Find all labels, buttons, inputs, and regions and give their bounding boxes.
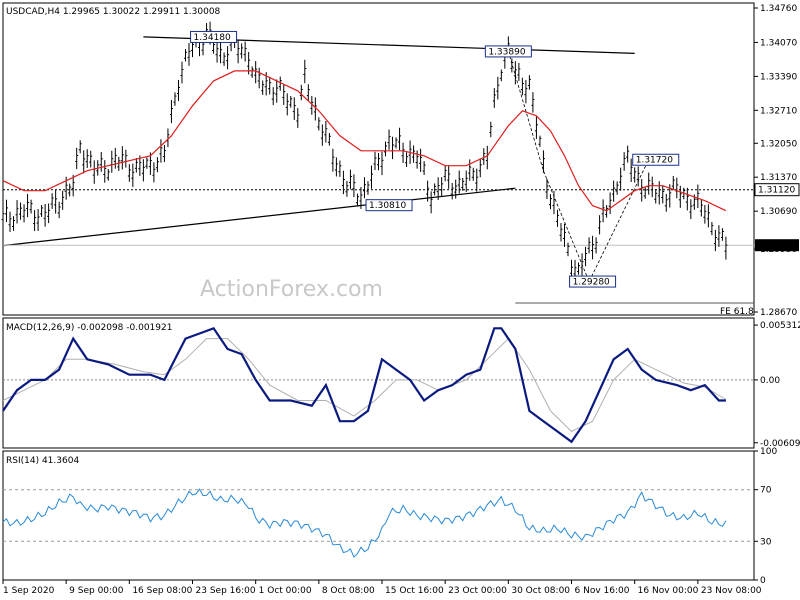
x-tick-label: 1 Oct 00:00 (259, 586, 312, 596)
price-axis-tick-label: 1.32050 (760, 139, 797, 149)
x-tick-label: 23 Oct 00:00 (448, 586, 507, 596)
price-label: 1.29280 (573, 278, 610, 288)
rsi-axis-tick-label: 70 (760, 486, 772, 496)
rsi-panel (2, 450, 755, 581)
price-axis-tick-label: 1.32710 (760, 106, 797, 116)
price-label: 1.30810 (369, 201, 406, 211)
x-tick-label: 15 Oct 16:00 (385, 586, 444, 596)
price-axis-tick-label: 1.28670 (760, 308, 797, 318)
x-tick-label: 1 Sep 2020 (3, 586, 55, 596)
forex-chart[interactable]: FE 61.8 1.34180 1.33890 1.30810 1.31720 1.292… (0, 0, 800, 600)
x-tick-label: 23 Nov 08:00 (701, 586, 762, 596)
watermark: ActionForex.com (200, 277, 383, 302)
fe-label: FE 61.8 (720, 307, 754, 317)
level-tag: 1.31120 (758, 186, 795, 196)
price-label: 1.31720 (636, 156, 673, 166)
price-axis-tick-label: 1.34070 (760, 38, 797, 48)
price-label: 1.33890 (488, 47, 525, 57)
rsi-axis-tick-label: 100 (760, 447, 777, 457)
x-tick-label: 8 Oct 08:00 (322, 586, 375, 596)
price-axis-tick-label: 1.34760 (760, 4, 797, 14)
macd-panel (2, 317, 755, 449)
x-tick-label: 16 Sep 08:00 (132, 586, 192, 596)
x-tick-label: 16 Nov 00:00 (638, 586, 699, 596)
x-tick-label: 30 Oct 08:00 (511, 586, 570, 596)
rsi-axis-tick-label: 30 (760, 537, 772, 547)
price-axis-tick-label: 1.33390 (760, 72, 797, 82)
price-label: 1.34180 (194, 33, 231, 43)
macd-axis-tick-label: 0.00 (760, 376, 780, 386)
rsi-axis-tick-label: 0 (760, 576, 766, 586)
price-title: USDCAD,H4 1.29965 1.30022 1.29911 1.3000… (6, 7, 221, 17)
x-tick-label: 6 Nov 16:00 (575, 586, 630, 596)
macd-axis-tick-label: 0.005312 (760, 321, 800, 331)
price-axis-tick-label: 1.31370 (760, 173, 797, 183)
current-price-tag: 1.30008 (758, 241, 795, 251)
price-axis-tick-label: 1.30690 (760, 207, 797, 217)
x-tick-label: 9 Sep 00:00 (69, 586, 124, 596)
macd-title: MACD(12,26,9) -0.002098 -0.001921 (6, 323, 172, 333)
x-tick-label: 23 Sep 16:00 (196, 586, 256, 596)
rsi-title: RSI(14) 41.3604 (6, 456, 79, 466)
